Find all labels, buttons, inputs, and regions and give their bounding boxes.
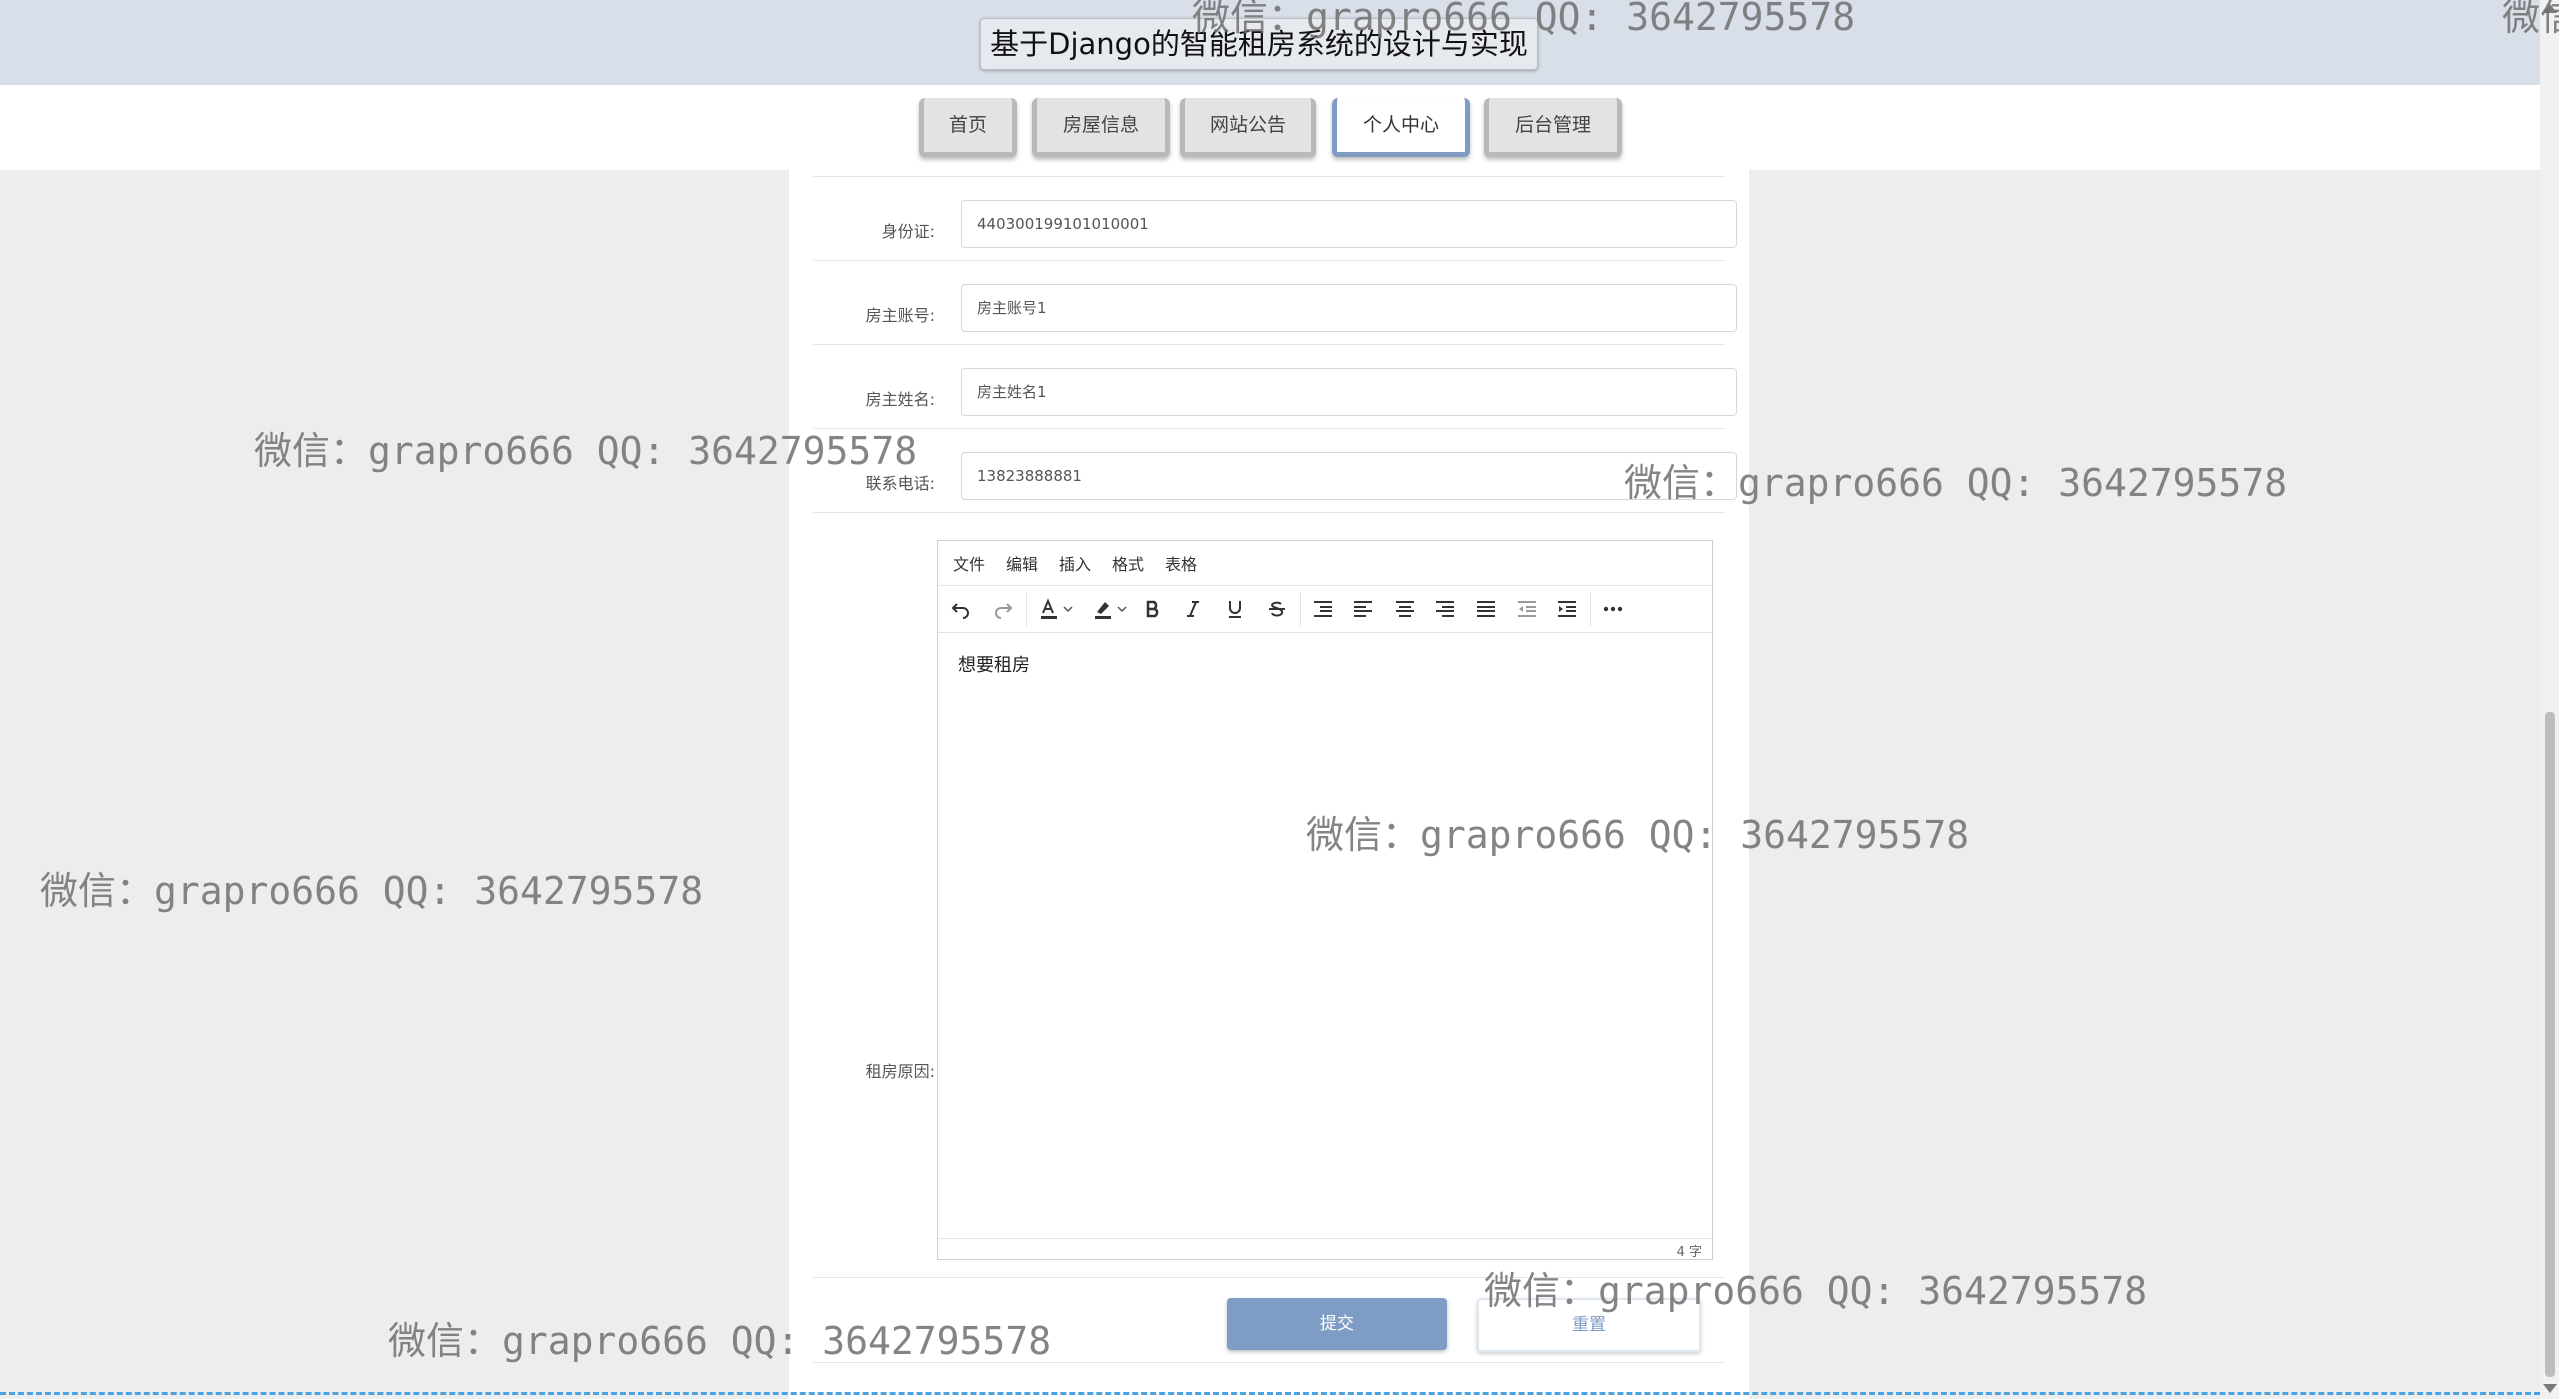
- submit-button[interactable]: 提交: [1227, 1298, 1447, 1350]
- divider: [813, 1362, 1725, 1363]
- watermark: 微信：grapro666 QQ: 3642795578: [40, 869, 704, 913]
- id-card-field[interactable]: 440300199101010001: [961, 200, 1737, 248]
- bottom-dashed-line: [0, 1392, 2540, 1395]
- menu-insert[interactable]: 插入: [1059, 551, 1091, 575]
- reason-label: 租房原因:: [865, 1062, 935, 1081]
- align-justify-icon[interactable]: [1471, 594, 1501, 624]
- nav-home[interactable]: 首页: [919, 98, 1017, 157]
- redo-icon[interactable]: [988, 594, 1018, 624]
- form-row-id-card: 身份证: 440300199101010001: [813, 176, 1737, 261]
- align-center-icon[interactable]: [1390, 594, 1420, 624]
- indent-icon[interactable]: [1552, 594, 1582, 624]
- menu-table[interactable]: 表格: [1165, 551, 1197, 575]
- editor-statusbar: 4 字: [938, 1238, 1712, 1260]
- word-count: 4 字: [1676, 1245, 1702, 1260]
- outdent-icon[interactable]: [1512, 594, 1542, 624]
- landlord-name-label: 房主姓名:: [865, 390, 935, 409]
- scrollbar-thumb[interactable]: [2545, 712, 2555, 1377]
- phone-label: 联系电话:: [865, 474, 935, 493]
- italic-icon[interactable]: [1178, 594, 1208, 624]
- nav-house-info[interactable]: 房屋信息: [1032, 98, 1170, 157]
- phone-field[interactable]: 13823888881: [961, 452, 1737, 500]
- scroll-up-icon[interactable]: [2543, 4, 2557, 13]
- strikethrough-icon[interactable]: [1262, 594, 1292, 624]
- main-nav: 首页 房屋信息 网站公告 个人中心 后台管理: [0, 85, 2540, 170]
- nav-announcements[interactable]: 网站公告: [1180, 98, 1316, 157]
- highlight-dropdown-icon[interactable]: [1114, 594, 1130, 624]
- rental-form: 身份证: 440300199101010001 房主账号: 房主账号1 房主姓名…: [789, 170, 1749, 1399]
- editor-toolbar: [938, 586, 1712, 633]
- form-row-landlord-name: 房主姓名: 房主姓名1: [813, 344, 1737, 429]
- align-left-icon[interactable]: [1348, 594, 1378, 624]
- editor-menubar: 文件 编辑 插入 格式 表格: [938, 541, 1712, 586]
- reset-button[interactable]: 重置: [1477, 1298, 1701, 1352]
- id-card-label: 身份证:: [881, 222, 935, 241]
- form-row-landlord-account: 房主账号: 房主账号1: [813, 260, 1737, 345]
- more-icon[interactable]: [1598, 594, 1628, 624]
- nav-personal-center[interactable]: 个人中心: [1332, 98, 1470, 157]
- top-header: 基于Django的智能租房系统的设计与实现: [0, 0, 2540, 85]
- line-height-icon[interactable]: [1308, 594, 1338, 624]
- site-title: 基于Django的智能租房系统的设计与实现: [980, 18, 1538, 70]
- editor-content[interactable]: 想要租房: [958, 651, 1030, 677]
- landlord-name-field[interactable]: 房主姓名1: [961, 368, 1737, 416]
- font-color-dropdown-icon[interactable]: [1060, 594, 1076, 624]
- rich-text-editor: 文件 编辑 插入 格式 表格 想要租房 4 字: [937, 540, 1713, 1260]
- landlord-account-label: 房主账号:: [865, 306, 935, 325]
- scroll-down-icon[interactable]: [2543, 1384, 2557, 1393]
- menu-edit[interactable]: 编辑: [1006, 551, 1038, 575]
- underline-icon[interactable]: [1220, 594, 1250, 624]
- landlord-account-field[interactable]: 房主账号1: [961, 284, 1737, 332]
- undo-icon[interactable]: [946, 594, 976, 624]
- menu-file[interactable]: 文件: [953, 551, 985, 575]
- menu-format[interactable]: 格式: [1112, 551, 1144, 575]
- align-right-icon[interactable]: [1430, 594, 1460, 624]
- bold-icon[interactable]: [1138, 594, 1168, 624]
- nav-admin[interactable]: 后台管理: [1484, 98, 1622, 157]
- form-row-phone: 联系电话: 13823888881: [813, 428, 1737, 513]
